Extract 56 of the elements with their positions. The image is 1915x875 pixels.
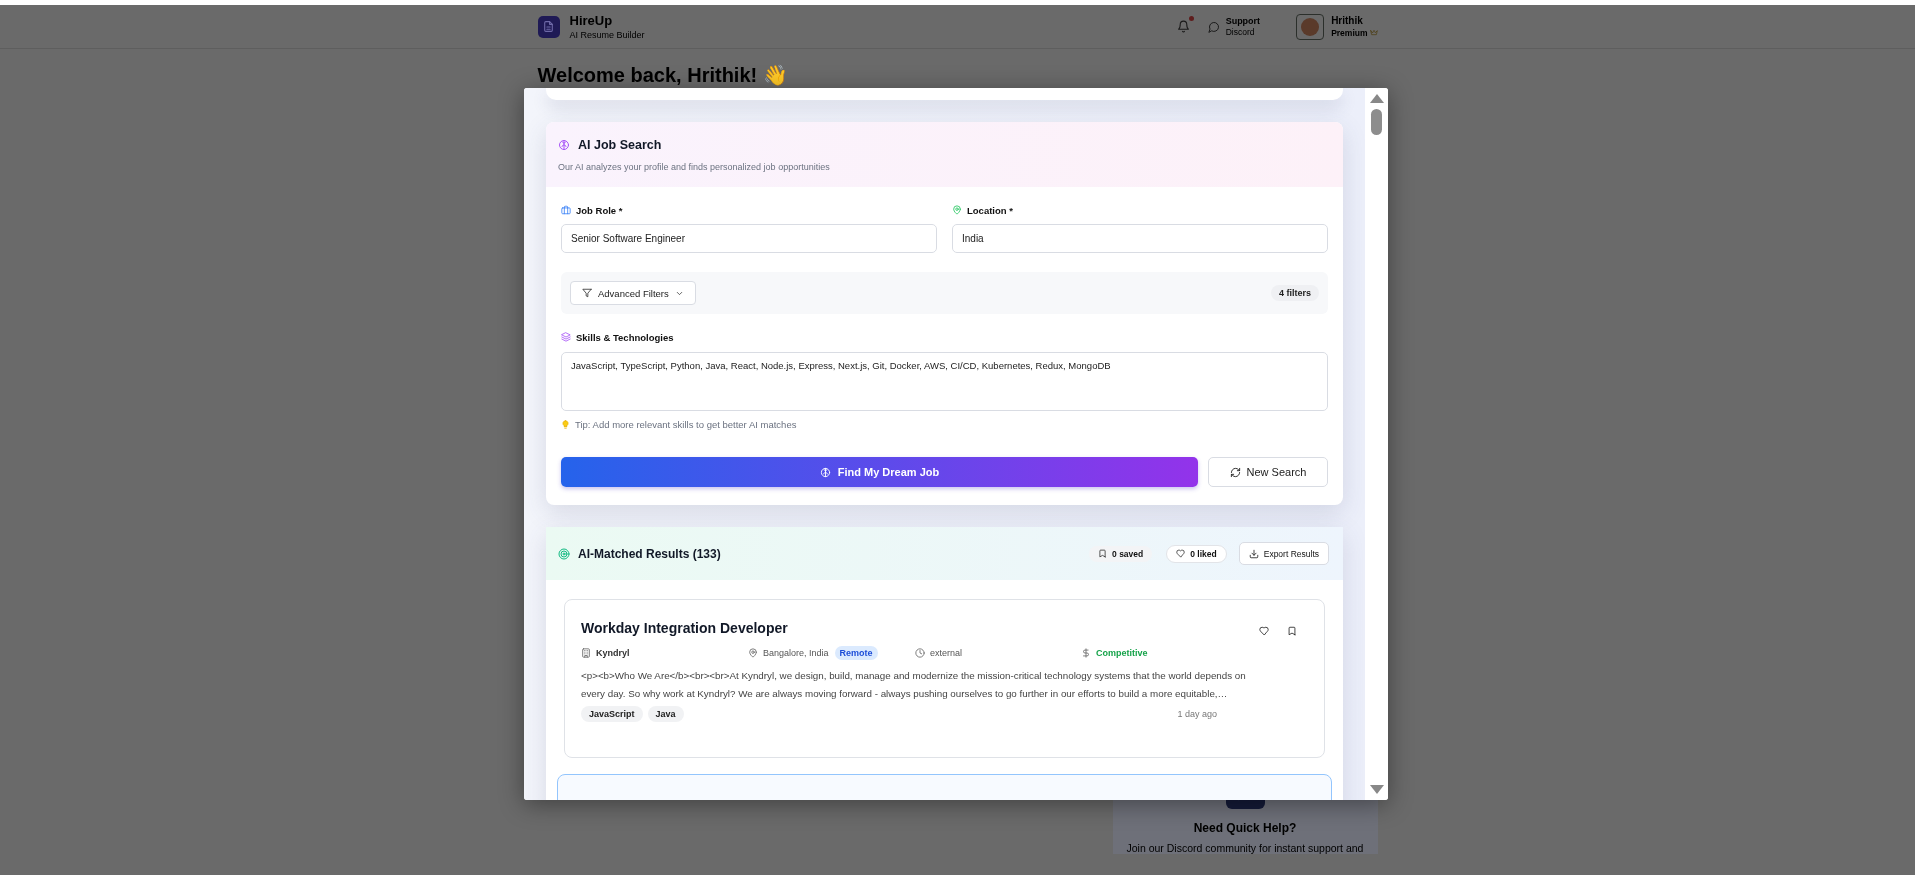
bell-icon bbox=[1176, 20, 1190, 33]
clock-icon bbox=[915, 648, 925, 658]
skill-tag: JavaScript bbox=[581, 706, 643, 722]
card-subtitle: Our AI analyzes your profile and finds personalized job opportunities bbox=[558, 161, 831, 174]
job-description: <p><b>Who We Are</b><br><br>At Kyndryl, we design, build, manage and modernize the mission-critical technology systems that the world depends on every day. So why work at Kyndryl? We are always moving forward - always pushing ourselves to go further in our efforts to build a more equitable,… bbox=[581, 669, 1247, 701]
text-field[interactable]: Senior Software Engineer bbox=[561, 224, 937, 253]
field-label: Job Role * bbox=[576, 204, 623, 216]
text-field[interactable]: India bbox=[952, 224, 1328, 253]
skill-tag: Java bbox=[647, 706, 684, 722]
export-results-button[interactable]: Export Results bbox=[1238, 542, 1329, 565]
quick-help-text: Join our Discord community for instant support and bbox=[1126, 842, 1364, 854]
saved-count-badge: 0 saved bbox=[1089, 545, 1153, 562]
scroll-down-arrow-icon[interactable] bbox=[1369, 785, 1384, 794]
document-icon bbox=[542, 20, 555, 33]
posted-date: 1 day ago bbox=[1177, 709, 1217, 719]
new-search-button[interactable]: New Search bbox=[1208, 457, 1328, 487]
building-icon bbox=[581, 648, 591, 658]
job-location: Bangalore, India bbox=[763, 648, 829, 658]
user-name: Hrithik bbox=[1331, 15, 1364, 26]
support-button[interactable]: Support Discord bbox=[1207, 16, 1261, 37]
briefcase-icon bbox=[561, 205, 571, 215]
location-pin-icon bbox=[952, 205, 962, 215]
card-title: AI Job Search bbox=[578, 138, 662, 152]
chat-icon bbox=[1207, 20, 1220, 33]
liked-count-badge: 0 liked bbox=[1166, 544, 1227, 563]
field-label: Skills & Technologies bbox=[576, 331, 674, 343]
user-avatar[interactable] bbox=[1296, 13, 1325, 40]
lightbulb-icon bbox=[561, 419, 570, 429]
refresh-icon bbox=[1229, 466, 1241, 478]
location-pin-icon bbox=[748, 648, 758, 658]
advanced-filters-button[interactable]: Advanced Filters bbox=[570, 281, 696, 305]
dollar-icon bbox=[1081, 648, 1091, 658]
app-tagline: AI Resume Builder bbox=[569, 30, 645, 40]
field-label: Location * bbox=[967, 204, 1013, 216]
scrollbar-thumb[interactable] bbox=[1371, 109, 1382, 135]
tip-text: Tip: Add more relevant skills to get better AI matches bbox=[575, 418, 797, 430]
skills-textarea[interactable]: JavaScript, TypeScript, Python, Java, React, Node.js, Express, Next.js, Git, Docker, AWS, CI/CD, Kubernetes, Redux, MongoDB bbox=[561, 352, 1328, 411]
filter-icon bbox=[582, 288, 592, 298]
company-name: Kyndryl bbox=[596, 648, 630, 658]
find-job-button[interactable]: Find My Dream Job bbox=[561, 457, 1198, 487]
app-name: HireUp bbox=[569, 13, 614, 28]
crown-icon bbox=[1369, 29, 1378, 37]
layers-icon bbox=[561, 332, 571, 342]
filter-count-badge: 4 filters bbox=[1271, 285, 1319, 301]
job-source: external bbox=[930, 648, 963, 658]
quick-help-title: Need Quick Help? bbox=[1193, 821, 1297, 835]
results-title: AI-Matched Results (133) bbox=[578, 546, 721, 561]
plan-label: Premium bbox=[1331, 28, 1368, 38]
salary-text: Competitive bbox=[1096, 648, 1148, 658]
heart-icon bbox=[1176, 549, 1186, 558]
welcome-heading: Welcome back, Hrithik! 👋 bbox=[537, 63, 789, 87]
job-title: Workday Integration Developer bbox=[581, 619, 789, 637]
work-mode-badge: Remote bbox=[834, 646, 878, 660]
bookmark-icon bbox=[1098, 549, 1108, 558]
target-icon bbox=[558, 547, 570, 560]
download-icon bbox=[1248, 548, 1259, 559]
